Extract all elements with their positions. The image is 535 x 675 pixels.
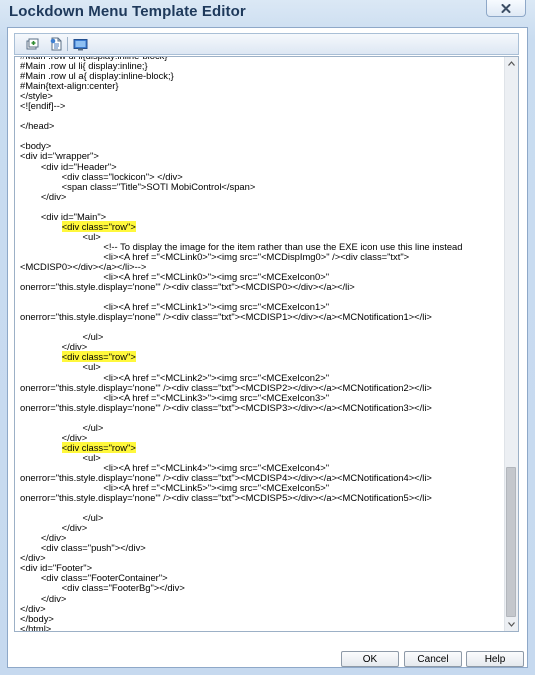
code-line: onerror="this.style.display='none'" /><d… [20,311,432,323]
chevron-up-icon [508,61,515,66]
close-icon [501,3,511,13]
cancel-button[interactable]: Cancel [404,651,462,667]
code-line: onerror="this.style.display='none'" /><d… [20,492,432,504]
code-line: onerror="this.style.display='none'" /><d… [20,401,432,413]
close-button[interactable] [486,0,526,17]
dialog-footer: OK Cancel Help [8,645,527,667]
code-line: onerror="this.style.display='none'" /><d… [20,281,355,293]
code-line: </head> [20,120,55,132]
insert-item-icon [50,37,62,51]
scroll-up-arrow[interactable] [505,57,518,70]
preview-icon [73,38,87,50]
code-line: <![endif]--> [20,100,66,112]
scroll-down-arrow[interactable] [505,618,518,631]
preview-button[interactable] [71,36,89,52]
help-button[interactable]: Help [466,651,524,667]
template-code-editor[interactable]: #Main .row ul li{display:inline-block} #… [14,56,519,632]
ok-button[interactable]: OK [341,651,399,667]
insert-item-button[interactable] [47,36,65,52]
toolbar-separator [67,37,68,51]
code-text[interactable]: #Main .row ul li{display:inline-block} #… [20,57,505,632]
title-bar[interactable]: Lockdown Menu Template Editor [0,0,535,26]
vertical-scrollbar[interactable] [504,57,518,631]
chevron-down-icon [508,622,515,627]
window-title: Lockdown Menu Template Editor [9,3,246,20]
template-editor-window: Lockdown Menu Template Editor #Main .row… [0,0,535,675]
code-line: </div> [20,190,67,202]
editor-toolbar [14,33,519,55]
code-line: </html> [20,622,52,632]
scrollbar-thumb[interactable] [506,467,516,617]
insert-macro-button[interactable] [24,36,42,52]
insert-macro-icon [26,38,39,49]
